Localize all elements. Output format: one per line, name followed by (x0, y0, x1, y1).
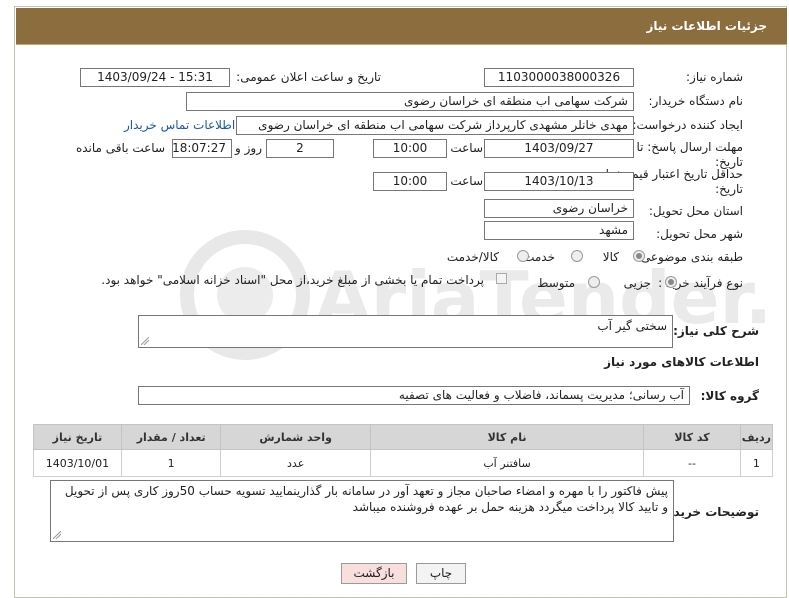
need-number-field: 1103000038000326 (484, 68, 634, 87)
announce-field: 1403/09/24 - 15:31 (80, 68, 230, 87)
process-radio-medium[interactable] (588, 276, 600, 288)
goods-group-label: گروه کالا: (700, 389, 759, 403)
validity-label-date: تاریخ: (715, 182, 743, 196)
province-field: خراسان رضوی (484, 199, 634, 218)
creator-label: ایجاد کننده درخواست: (632, 118, 743, 132)
page-title: جزئیات اطلاعات نیاز (646, 19, 767, 33)
col-header-goods-code: کد کالا (643, 424, 741, 450)
validity-time-label: ساعت (450, 174, 483, 188)
treasury-payment-note: پرداخت تمام یا بخشی از مبلغ خرید،از محل … (101, 273, 484, 287)
goods-table: ردیف کد کالا نام کالا واحد شمارش تعداد /… (33, 424, 774, 477)
buyer-notes-text: پیش فاکتور را با مهره و امضاء صاحبان مجا… (64, 484, 668, 514)
col-header-row-number: ردیف (739, 424, 774, 450)
days-label: روز و (235, 141, 262, 155)
description-field: سختی گیر آب (138, 315, 673, 348)
city-label: شهر محل تحویل: (656, 227, 743, 241)
validity-time-field: 10:00 (373, 172, 447, 191)
deadline-time-field: 10:00 (373, 139, 447, 158)
process-radio-minor[interactable] (665, 276, 677, 288)
category-label: طبقه بندی موضوعی: (636, 250, 743, 264)
col-header-quantity: تعداد / مقدار (120, 424, 222, 450)
category-option-goods: کالا (602, 250, 619, 264)
cell-row-number: 1 (739, 449, 774, 477)
buyer-notes-field: پیش فاکتور را با مهره و امضاء صاحبان مجا… (50, 480, 674, 542)
description-text: سختی گیر آب (597, 319, 667, 333)
goods-info-title: اطلاعات کالاهای مورد نیاز (604, 355, 759, 369)
col-header-need-date: تاریخ نیاز (33, 424, 122, 450)
process-option-medium: متوسط (537, 276, 575, 290)
print-button[interactable]: چاپ (416, 563, 466, 584)
category-option-both: کالا/خدمت (446, 250, 499, 264)
province-label: استان محل تحویل: (648, 204, 743, 218)
remaining-time-field: 18:07:27 (172, 139, 232, 158)
need-number-label: شماره نیاز: (686, 70, 743, 84)
city-field: مشهد (484, 221, 634, 240)
buyer-field: شرکت سهامی اب منطقه ای خراسان رضوی (186, 92, 634, 111)
table-row: 1 -- سافتنر آب عدد 1 1403/10/01 (33, 449, 774, 477)
category-radio-goods[interactable] (633, 250, 645, 262)
cell-goods-code: -- (643, 449, 741, 477)
deadline-label: مهلت ارسال پاسخ: تا (636, 140, 743, 154)
buyer-contact-link[interactable]: اطلاعات تماس خریدار (124, 118, 235, 132)
goods-group-field: آب رسانی؛ مدیریت پسماند، فاضلاب و فعالیت… (138, 386, 690, 405)
treasury-payment-checkbox[interactable] (496, 273, 507, 284)
deadline-time-label: ساعت (450, 141, 483, 155)
resize-grip-icon[interactable] (53, 531, 61, 539)
process-option-minor: جزیی (623, 276, 651, 290)
back-button[interactable]: بازگشت (341, 563, 407, 584)
buyer-label: نام دستگاه خریدار: (648, 94, 744, 108)
creator-field: مهدی خانلر مشهدی کارپرداز شرکت سهامی اب … (236, 116, 634, 135)
validity-date-field: 1403/10/13 (484, 172, 634, 191)
cell-unit: عدد (220, 449, 371, 477)
cell-quantity: 1 (120, 449, 222, 477)
description-label: شرح کلی نیاز: (673, 324, 759, 338)
table-header-row: ردیف کد کالا نام کالا واحد شمارش تعداد /… (33, 424, 774, 450)
col-header-goods-name: نام کالا (369, 424, 645, 450)
col-header-unit: واحد شمارش (220, 424, 371, 450)
category-radio-both[interactable] (517, 250, 529, 262)
days-field: 2 (266, 139, 334, 158)
cell-need-date: 1403/10/01 (33, 449, 122, 477)
cell-goods-name: سافتنر آب (369, 449, 645, 477)
deadline-date-field: 1403/09/27 (484, 139, 634, 158)
announce-label: تاریخ و ساعت اعلان عمومی: (236, 70, 381, 84)
remaining-label: ساعت باقی مانده (75, 141, 165, 155)
resize-grip-icon[interactable] (141, 337, 149, 345)
category-radio-service[interactable] (571, 250, 583, 262)
page-header: جزئیات اطلاعات نیاز (16, 8, 787, 45)
